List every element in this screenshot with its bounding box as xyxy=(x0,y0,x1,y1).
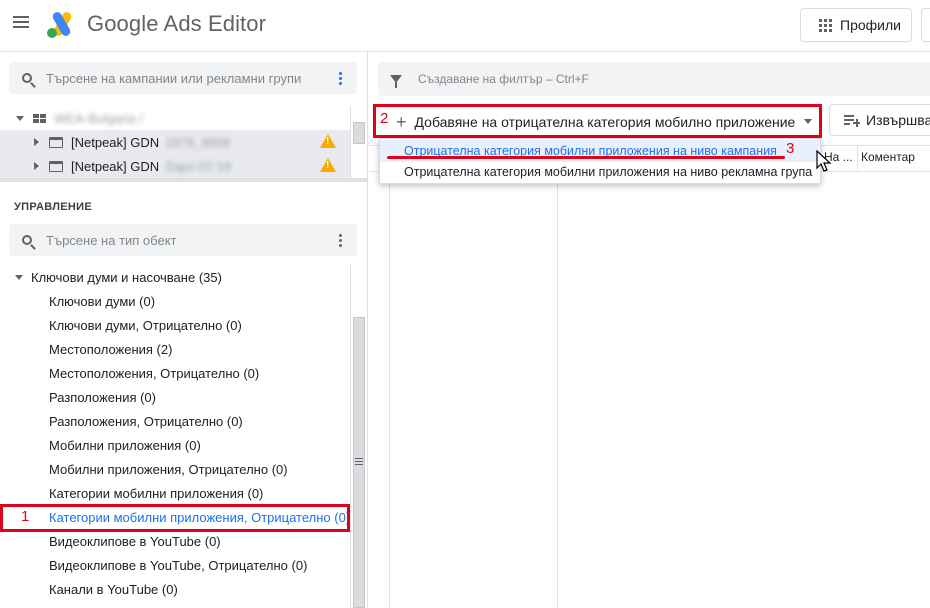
column-divider xyxy=(857,146,858,172)
more-vert-icon[interactable] xyxy=(333,71,347,85)
account-grid-icon xyxy=(33,113,46,123)
apps-grid-icon xyxy=(819,18,832,32)
profiles-button[interactable]: Профили xyxy=(800,8,912,42)
type-search-placeholder: Търсене на тип обект xyxy=(46,232,177,248)
tree-item[interactable]: Разположения, Отрицателно (0) xyxy=(0,409,350,433)
app-header: Google Ads Editor Профили xyxy=(0,0,930,52)
account-row[interactable]: WEA-Bulgaria / xyxy=(0,106,350,130)
hamburger-menu-icon[interactable] xyxy=(13,16,29,30)
expand-icon[interactable] xyxy=(34,138,39,146)
filter-placeholder: Създаване на филтър – Ctrl+F xyxy=(418,72,589,86)
campaign-label: [Netpeak] GDN xyxy=(71,158,160,174)
annotation-number-1: 1 xyxy=(21,508,30,525)
tree-item[interactable]: Мобилни приложения (0) xyxy=(0,433,350,457)
revert-button[interactable]: Извършва xyxy=(829,104,930,136)
warning-icon[interactable] xyxy=(320,134,336,148)
search-icon xyxy=(22,73,32,83)
tree-item[interactable]: Местоположения (2) xyxy=(0,337,350,361)
campaign-row[interactable]: [Netpeak] GDN Zapo 07.19 xyxy=(0,154,350,178)
campaign-search-input[interactable]: Търсене на кампании или рекламни групи xyxy=(9,62,357,94)
type-search-input[interactable]: Търсене на тип обект xyxy=(9,224,357,256)
account-tree: WEA-Bulgaria / [Netpeak] GDN 1978_9858 [… xyxy=(0,106,350,178)
warning-icon[interactable] xyxy=(320,158,336,172)
playlist-add-icon xyxy=(844,114,860,127)
column-divider xyxy=(389,146,390,608)
tree-item[interactable]: Канали в YouTube (0) xyxy=(0,577,350,601)
collapse-icon[interactable] xyxy=(15,274,23,280)
tree-item[interactable]: Видеоклипове в YouTube, Отрицателно (0) xyxy=(0,553,350,577)
revert-label: Извършва xyxy=(866,112,930,128)
campaign-suffix: Zapo 07.19 xyxy=(165,158,231,174)
section-title: УПРАВЛЕНИЕ xyxy=(14,201,92,213)
tree-item[interactable]: Ключови думи (0) xyxy=(0,289,350,313)
header-extra-button[interactable] xyxy=(921,8,930,42)
annotation-number-2: 2 xyxy=(380,110,389,127)
account-tree-scrollbar[interactable] xyxy=(350,106,367,178)
more-vert-icon[interactable] xyxy=(333,233,347,247)
annotation-number-3: 3 xyxy=(786,140,795,157)
scrollbar-thumb[interactable] xyxy=(353,122,365,144)
object-tree-scrollbar[interactable] xyxy=(350,265,367,608)
tree-item[interactable]: Категории мобилни приложения (0) xyxy=(0,481,350,505)
profiles-label: Профили xyxy=(840,17,901,33)
tree-item[interactable]: Ключови думи, Отрицателно (0) xyxy=(0,313,350,337)
app-title: Google Ads Editor xyxy=(87,11,267,36)
annotation-box-2 xyxy=(373,104,822,138)
campaign-row[interactable]: [Netpeak] GDN 1978_9858 xyxy=(0,130,350,154)
column-header-comment[interactable]: Коментар xyxy=(861,150,915,164)
filter-icon xyxy=(390,75,402,88)
collapse-icon[interactable] xyxy=(16,115,24,121)
mouse-pointer-icon xyxy=(816,150,832,172)
panel-divider[interactable] xyxy=(0,178,368,182)
expand-icon[interactable] xyxy=(34,162,39,170)
tree-item[interactable]: Видеоклипове в YouTube (0) xyxy=(0,529,350,553)
filter-input[interactable]: Създаване на филтър – Ctrl+F xyxy=(378,62,930,96)
annotation-underline xyxy=(387,156,785,159)
tree-item[interactable]: Местоположения, Отрицателно (0) xyxy=(0,361,350,385)
tree-item-keywords-targeting[interactable]: Ключови думи и насочване (35) xyxy=(0,265,350,289)
search-icon xyxy=(22,235,32,245)
tree-item[interactable]: Мобилни приложения, Отрицателно (0) xyxy=(0,457,350,481)
account-name: WEA-Bulgaria / xyxy=(54,110,143,126)
campaign-search-placeholder: Търсене на кампании или рекламни групи xyxy=(46,70,302,86)
campaign-icon xyxy=(49,160,63,172)
campaign-suffix: 1978_9858 xyxy=(165,134,231,150)
tree-item[interactable]: Разположения (0) xyxy=(0,385,350,409)
google-ads-logo-icon xyxy=(47,12,72,38)
campaign-icon xyxy=(49,136,63,148)
annotation-box-1 xyxy=(0,504,350,532)
menu-item-ad-group-level[interactable]: Отрицателна категория мобилни приложения… xyxy=(380,161,820,183)
add-dropdown-menu: Отрицателна категория мобилни приложения… xyxy=(379,138,821,184)
campaign-label: [Netpeak] GDN xyxy=(71,134,160,150)
scrollbar-grip-icon xyxy=(355,458,363,465)
column-divider xyxy=(557,172,558,608)
